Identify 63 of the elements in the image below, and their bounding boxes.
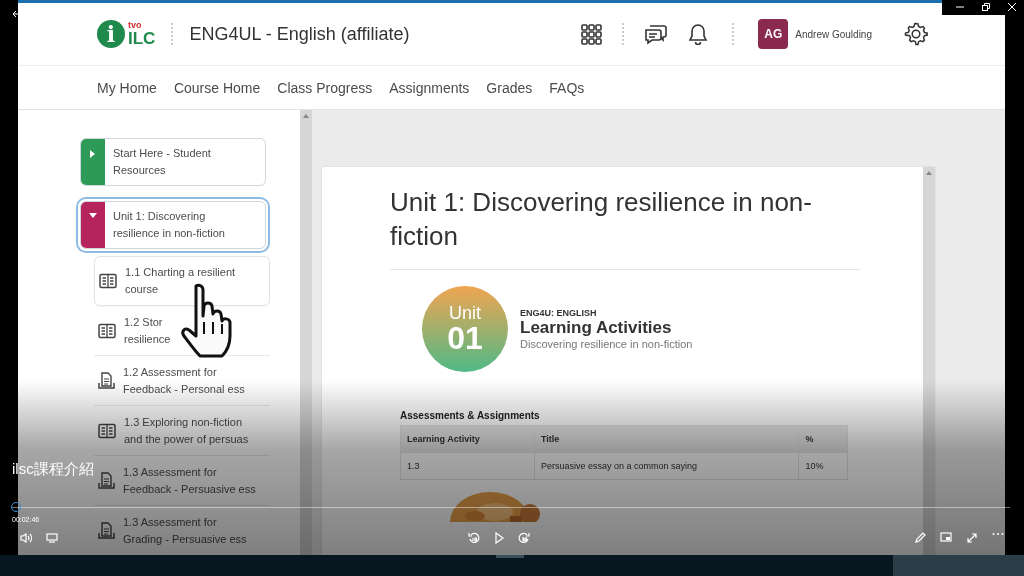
badge-number: 01 <box>447 322 483 354</box>
chat-icon[interactable] <box>644 23 669 45</box>
course-title: ENG4UL - English (affiliate) <box>189 23 410 45</box>
play-icon[interactable] <box>494 532 504 544</box>
more-icon[interactable] <box>992 532 1004 536</box>
app-grid-icon[interactable] <box>580 23 603 45</box>
module-title: Start Here - Student Resources <box>112 146 212 178</box>
topic-title: 1.3 Assessment for Feedback - Persuasive ess <box>123 464 256 497</box>
user-name[interactable]: Andrew Goulding <box>795 28 872 40</box>
section-heading: Learning Activities <box>520 318 673 338</box>
minimize-icon[interactable] <box>956 3 964 11</box>
scroll-up-icon[interactable] <box>926 171 932 175</box>
scroll-up-icon[interactable] <box>303 114 309 118</box>
expand-caret-icon[interactable] <box>89 150 97 158</box>
fullscreen-icon[interactable] <box>966 532 978 544</box>
settings-icon[interactable] <box>904 22 928 46</box>
logo-mark: i <box>97 20 125 48</box>
column-header: Title <box>534 425 799 453</box>
topic-title: 1.3 Assessment for Grading - Persuasive ess <box>123 514 247 547</box>
user-avatar[interactable]: AG <box>758 19 789 49</box>
taskbar-indicator <box>496 555 524 558</box>
module-title: Unit 1: Discovering resilience in non-fiction <box>112 209 226 241</box>
table-cell: Persuasive essay on a common saying <box>534 452 799 480</box>
page-title: Unit 1: Discovering resilience in non-fiction <box>390 185 860 270</box>
nav-link[interactable]: Assignments <box>389 77 470 98</box>
topic-title: 1.1 Charting a resilient course <box>125 265 236 297</box>
topic-title: 1.3 Exploring non-fiction and the power of persuas <box>124 414 249 447</box>
column-header: Learning Activity <box>400 425 535 453</box>
logo-text: ILC <box>128 30 156 47</box>
course-code: ENG4U: ENGLISH <box>520 308 598 318</box>
bell-icon[interactable] <box>688 23 709 45</box>
module-card[interactable]: Start Here - Student Resources <box>80 138 266 186</box>
logo-subtext: tvo <box>128 21 143 30</box>
column-header: % <box>798 425 848 453</box>
topic-title: 1.2 Assessment for Feedback - Personal ess <box>123 364 245 397</box>
section-subtitle: Discovering resilience in non-fiction <box>520 338 693 350</box>
book-icon <box>98 322 116 339</box>
close-icon[interactable] <box>1008 3 1016 11</box>
topic-item[interactable]: 1.3 Exploring non-fiction and the power of persuas <box>94 406 270 456</box>
document-icon <box>98 521 115 540</box>
restore-icon[interactable] <box>982 3 990 11</box>
captions-icon[interactable] <box>46 533 58 543</box>
table-cell: 1.3 <box>400 452 535 480</box>
nav-link[interactable]: Course Home <box>173 77 261 98</box>
document-icon <box>98 371 115 390</box>
nav-link[interactable]: FAQs <box>549 77 585 98</box>
table-caption: Assessments & Assignments <box>400 410 541 421</box>
nav-link[interactable]: Grades <box>486 77 533 98</box>
pen-icon[interactable] <box>914 532 926 544</box>
table-cell: 10% <box>798 452 848 480</box>
book-icon <box>98 422 116 439</box>
mini-player-icon[interactable] <box>940 532 952 542</box>
forward-icon[interactable] <box>518 532 530 544</box>
rewind-icon[interactable] <box>468 532 480 544</box>
topic-item[interactable]: 1.3 Assessment for Feedback - Persuasive ess <box>94 456 270 506</box>
topic-title: 1.2 Stor resilience <box>124 314 171 347</box>
volume-icon[interactable] <box>20 533 32 543</box>
book-icon <box>99 273 117 289</box>
badge-word: Unit <box>449 304 481 322</box>
document-icon <box>98 471 115 490</box>
nav-link[interactable]: My Home <box>97 77 157 98</box>
nav-link[interactable]: Class Progress <box>277 77 373 98</box>
topic-item[interactable]: 1.1 Charting a resilient course <box>94 256 270 306</box>
